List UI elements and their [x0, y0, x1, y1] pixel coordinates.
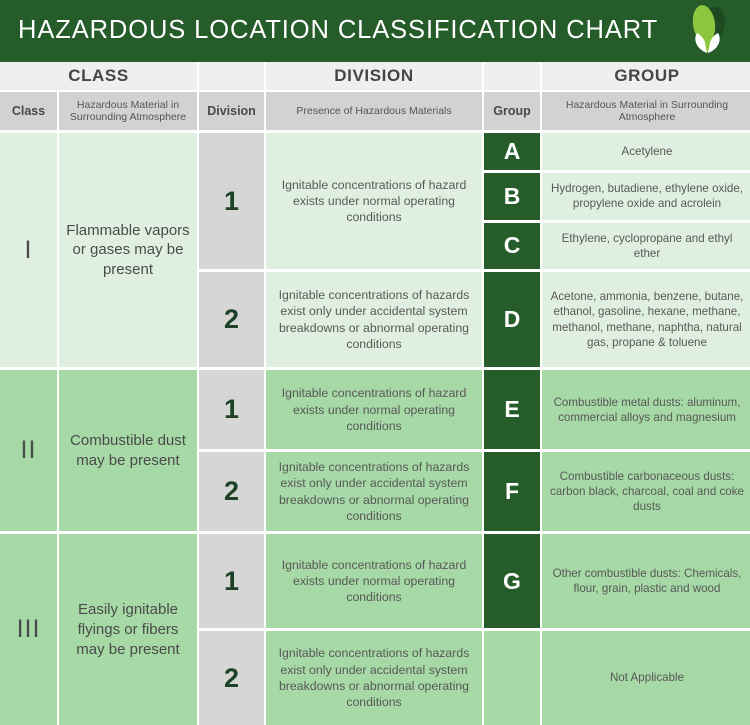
class-description: Easily ignitable flyings or fibers may b…: [59, 534, 197, 725]
group-letter: D: [484, 272, 540, 368]
division-number: 2: [199, 631, 264, 725]
class-number: I: [0, 133, 57, 368]
class-block: I Flammable vapors or gases may be presen…: [0, 133, 750, 368]
group-materials: Not Applicable: [542, 631, 750, 725]
chart-body: I Flammable vapors or gases may be presen…: [0, 130, 750, 725]
group-materials: Other combustible dusts: Chemicals, flou…: [542, 534, 750, 629]
division-description: Ignitable concentrations of hazards exis…: [266, 452, 482, 532]
group-materials: Acetylene: [542, 133, 750, 170]
group-letter: F: [484, 452, 540, 532]
groups-container: G Other combustible dusts: Chemicals, flo…: [484, 534, 750, 629]
group-letter: A: [484, 133, 540, 170]
groups-container: F Combustible carbonaceous dusts: carbon …: [484, 452, 750, 532]
division-row: 1 Ignitable concentrations of hazard exis…: [199, 370, 750, 450]
group-row: Not Applicable: [484, 631, 750, 725]
class-description: Combustible dust may be present: [59, 370, 197, 532]
division-description: Ignitable concentrations of hazard exist…: [266, 370, 482, 450]
group-row: D Acetone, ammonia, benzene, butane, etha…: [484, 272, 750, 368]
band-spacer-group: [484, 62, 540, 90]
class-block: III Easily ignitable flyings or fibers ma…: [0, 534, 750, 725]
division-row: 2 Ignitable concentrations of hazards exi…: [199, 272, 750, 368]
division-number: 2: [199, 272, 264, 368]
groups-container: Not Applicable: [484, 631, 750, 725]
band-division: DIVISION: [266, 62, 482, 90]
page-title: HAZARDOUS LOCATION CLASSIFICATION CHART: [18, 16, 659, 45]
class-number: III: [0, 534, 57, 725]
class-block: II Combustible dust may be present 1 Ignita…: [0, 370, 750, 532]
column-group-band: CLASS DIVISION GROUP: [0, 62, 750, 90]
class-number: II: [0, 370, 57, 532]
hazardous-location-classification-chart: HAZARDOUS LOCATION CLASSIFICATION CHART …: [0, 0, 750, 725]
groups-container: E Combustible metal dusts: aluminum, comm…: [484, 370, 750, 450]
division-number: 1: [199, 370, 264, 450]
group-materials: Acetone, ammonia, benzene, butane, ethan…: [542, 272, 750, 368]
group-row: F Combustible carbonaceous dusts: carbon …: [484, 452, 750, 532]
leaf-logo-icon: [692, 5, 725, 53]
division-description: Ignitable concentrations of hazards exis…: [266, 272, 482, 368]
division-description: Ignitable concentrations of hazards exis…: [266, 631, 482, 725]
groups-container: A Acetylene B Hydrogen, butadiene, ethylene…: [484, 133, 750, 270]
header-division-description: Presence of Hazardous Materials: [266, 92, 482, 130]
group-materials: Combustible metal dusts: aluminum, comme…: [542, 370, 750, 450]
group-letter: [484, 631, 540, 725]
group-letter: B: [484, 172, 540, 220]
group-letter: E: [484, 370, 540, 450]
division-description: Ignitable concentrations of hazard exist…: [266, 133, 482, 270]
class-description: Flammable vapors or gases may be present: [59, 133, 197, 368]
division-number: 1: [199, 133, 264, 270]
group-materials: Ethylene, cyclopropane and ethyl ether: [542, 222, 750, 270]
division-number: 2: [199, 452, 264, 532]
group-letter: C: [484, 222, 540, 270]
division-description: Ignitable concentrations of hazard exist…: [266, 534, 482, 629]
header-division: Division: [199, 92, 264, 130]
band-group: GROUP: [542, 62, 750, 90]
band-spacer-division: [199, 62, 264, 90]
division-row: 1 Ignitable concentrations of hazard exis…: [199, 133, 750, 270]
division-row: 2 Ignitable concentrations of hazards exi…: [199, 452, 750, 532]
group-row: G Other combustible dusts: Chemicals, flo…: [484, 534, 750, 629]
division-row: 1 Ignitable concentrations of hazard exis…: [199, 534, 750, 629]
header-group: Group: [484, 92, 540, 130]
group-materials: Combustible carbonaceous dusts: carbon b…: [542, 452, 750, 532]
divisions-container: 1 Ignitable concentrations of hazard exis…: [199, 534, 750, 725]
group-row: C Ethylene, cyclopropane and ethyl ether: [484, 222, 750, 270]
divisions-container: 1 Ignitable concentrations of hazard exis…: [199, 370, 750, 532]
groups-container: D Acetone, ammonia, benzene, butane, etha…: [484, 272, 750, 368]
header-class-description: Hazardous Material in Surrounding Atmosp…: [59, 92, 197, 130]
header-class: Class: [0, 92, 57, 130]
band-class: CLASS: [0, 62, 197, 90]
group-row: A Acetylene: [484, 133, 750, 170]
group-row: B Hydrogen, butadiene, ethylene oxide, pr…: [484, 172, 750, 220]
header-group-description: Hazardous Material in Surrounding Atmosp…: [542, 92, 750, 130]
divisions-container: 1 Ignitable concentrations of hazard exis…: [199, 133, 750, 368]
group-materials: Hydrogen, butadiene, ethylene oxide, pro…: [542, 172, 750, 220]
group-row: E Combustible metal dusts: aluminum, comm…: [484, 370, 750, 450]
chart-title-bar: HAZARDOUS LOCATION CLASSIFICATION CHART: [0, 0, 750, 62]
group-letter: G: [484, 534, 540, 629]
column-headers: Class Hazardous Material in Surrounding …: [0, 90, 750, 130]
division-row: 2 Ignitable concentrations of hazards exi…: [199, 631, 750, 725]
division-number: 1: [199, 534, 264, 629]
